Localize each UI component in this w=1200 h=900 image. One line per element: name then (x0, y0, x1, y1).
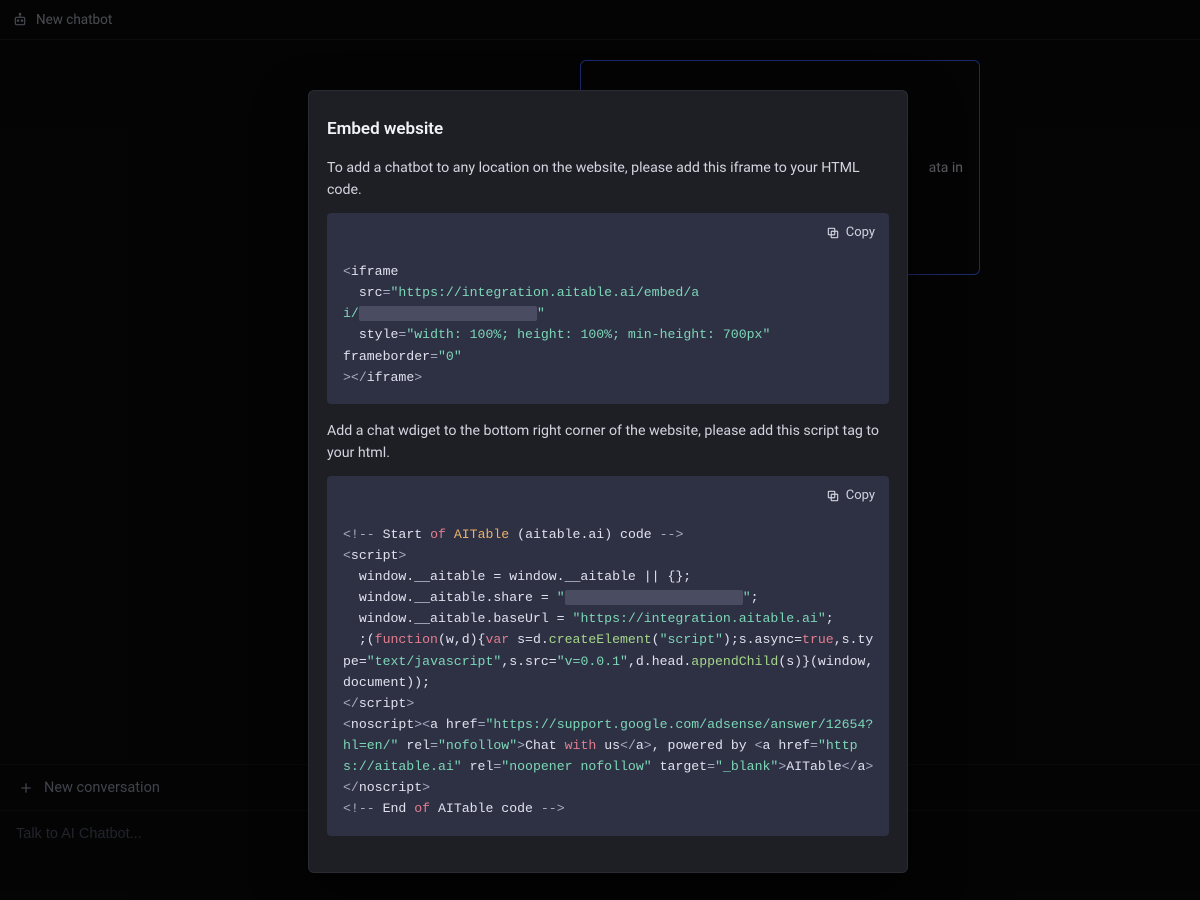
code-content-1: <iframe src="https://integration.aitable… (343, 261, 875, 388)
modal-title: Embed website (327, 119, 889, 139)
copy-button-1[interactable]: Copy (826, 223, 875, 244)
embed-modal: Embed website To add a chatbot to any lo… (308, 90, 908, 873)
copy-button-2[interactable]: Copy (826, 486, 875, 507)
modal-paragraph-2: Add a chat wdiget to the bottom right co… (327, 420, 889, 464)
code-content-2: <!-- Start of AITable (aitable.ai) code … (343, 524, 875, 820)
modal-paragraph-1: To add a chatbot to any location on the … (327, 157, 889, 201)
code-block-iframe: Copy <iframe src="https://integration.ai… (327, 213, 889, 404)
code-block-script: Copy <!-- Start of AITable (aitable.ai) … (327, 476, 889, 836)
